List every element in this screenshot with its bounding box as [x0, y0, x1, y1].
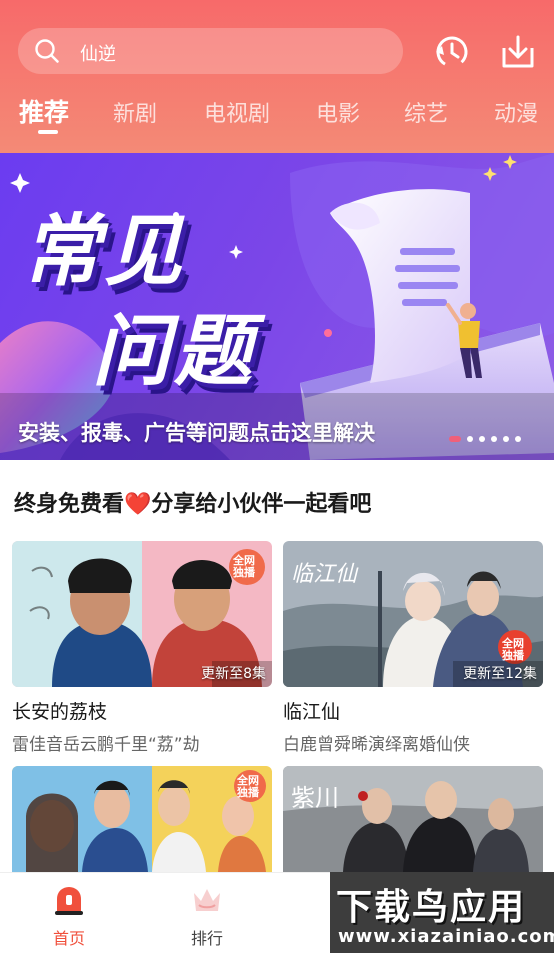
carousel-dot[interactable]: [491, 436, 497, 442]
update-status: 更新至8集: [201, 666, 266, 682]
drama-title[interactable]: 长安的荔枝: [12, 697, 272, 724]
banner-title-line2: 问题: [92, 307, 257, 397]
nav-home-label: 首页: [52, 929, 85, 948]
drama-poster[interactable]: 全网独播: [12, 766, 272, 872]
drama-description: 雷佳音岳云鹏千里“荔”劫: [12, 735, 200, 755]
tab-tv-series[interactable]: 电视剧: [204, 96, 270, 128]
tab-anime[interactable]: 动漫: [494, 96, 538, 128]
nav-ranking-label: 排行: [190, 929, 223, 948]
drama-description: 白鹿曾舜晞演绎离婚仙侠: [283, 735, 470, 755]
history-icon[interactable]: [432, 32, 472, 72]
crown-icon: [194, 889, 220, 911]
tab-variety[interactable]: 综艺: [404, 96, 448, 128]
drama-card[interactable]: 全网独播 更新至8集 长安的荔枝 雷佳音岳云鹏千里“荔”劫: [12, 541, 272, 755]
carousel-dot[interactable]: [503, 436, 509, 442]
carousel-dot[interactable]: [449, 436, 461, 442]
section-title: 终身免费看❤️分享给小伙伴一起看吧: [14, 492, 372, 517]
drama-poster[interactable]: 紫川: [283, 766, 543, 872]
watermark-main: 下载鸟应用: [336, 887, 527, 928]
watermark-url: www.xiazainiao.com: [338, 926, 554, 947]
carousel-dot[interactable]: [467, 436, 473, 442]
exclusive-badge: 全网独播: [233, 554, 255, 579]
faq-banner[interactable]: 常见 问题 安装、报毒、广告等问题点击这里解决: [0, 153, 554, 460]
poster-image: 紫川: [283, 766, 543, 872]
exclusive-badge: 全网独播: [237, 774, 259, 799]
search-bar[interactable]: 仙逆: [18, 28, 403, 74]
app-header: 仙逆 推荐 新剧 电视剧 电影 综艺 动漫: [0, 0, 554, 153]
home-icon: [55, 887, 83, 915]
category-tabs: 推荐 新剧 电视剧 电影 综艺 动漫: [0, 90, 554, 140]
update-status: 更新至12集: [463, 666, 537, 682]
download-icon[interactable]: [498, 32, 538, 72]
drama-card[interactable]: 紫川: [283, 766, 543, 872]
banner-caption: 安装、报毒、广告等问题点击这里解决: [18, 421, 375, 445]
active-tab-indicator: [38, 130, 58, 134]
search-icon: [35, 39, 59, 63]
search-input[interactable]: 仙逆: [80, 40, 116, 66]
nav-ranking[interactable]: 排行: [172, 883, 242, 949]
svg-text:临江仙: 临江仙: [291, 562, 359, 587]
carousel-indicator: [449, 435, 521, 443]
tab-recommend[interactable]: 推荐: [19, 93, 69, 129]
banner-title-line1: 常见: [22, 207, 187, 297]
drama-poster[interactable]: 全网独播 更新至8集: [12, 541, 272, 687]
drama-title[interactable]: 临江仙: [283, 697, 543, 724]
nav-home[interactable]: 首页: [34, 883, 104, 949]
drama-poster[interactable]: 临江仙 全网独播 更新至12集: [283, 541, 543, 687]
drama-card[interactable]: 全网独播: [12, 766, 272, 872]
svg-text:紫川: 紫川: [291, 784, 339, 812]
carousel-dot[interactable]: [479, 436, 485, 442]
carousel-dot[interactable]: [515, 436, 521, 442]
drama-card[interactable]: 临江仙 全网独播 更新至12集 临江仙 白鹿曾舜晞演绎离婚仙侠: [283, 541, 543, 755]
poster-image: [12, 766, 272, 872]
exclusive-badge: 全网独播: [502, 637, 524, 662]
tab-movie[interactable]: 电影: [316, 96, 360, 128]
watermark: 下载鸟应用 www.xiazainiao.com: [330, 872, 554, 953]
tab-new-drama[interactable]: 新剧: [113, 96, 157, 128]
